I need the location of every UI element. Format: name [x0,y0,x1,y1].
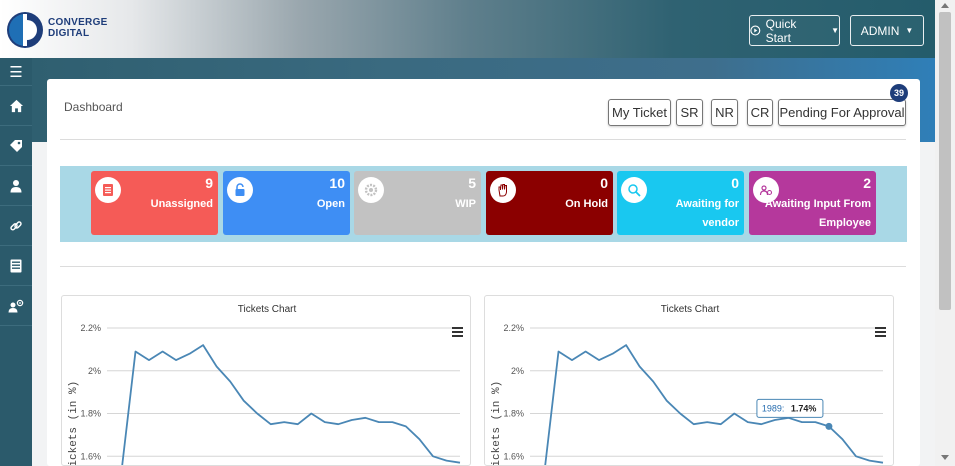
quick-start-label: Quick Start [765,16,797,45]
stat-unassigned[interactable]: 9 Unassigned [91,171,218,235]
stat-label: Open [316,198,345,210]
sidebar-menu-toggle[interactable]: ☰ [0,58,32,86]
series-line[interactable] [121,344,461,466]
tickets-chart-1: Tickets Chart 2.2% 2% 1.8% 1.6% Tickets (in %… [61,295,471,466]
stat-label: Awaiting Input From Employee [764,198,871,229]
unlock-icon [227,177,253,203]
sidebar-item-reports[interactable] [0,246,32,286]
logo-mark-icon [7,12,43,48]
series-line[interactable] [544,344,884,466]
chart-title: Tickets Chart [661,304,720,315]
y-tick-label: 1.8% [80,409,101,419]
tooltip-x: 1989: [762,403,785,413]
tooltip: 1989: 1.74% [756,398,824,418]
brand-line-1: CONVERGE [48,17,108,28]
scrollbar-thumb[interactable] [939,12,951,310]
home-icon [9,99,23,112]
sr-button[interactable]: SR [676,99,703,126]
y-tick-label: 1.6% [80,451,101,461]
my-ticket-button[interactable]: My Ticket [608,99,671,126]
page-title: Dashboard [64,100,123,114]
scroll-up-arrow-icon[interactable] [941,3,949,8]
sidebar-item-links[interactable] [0,206,32,246]
user-icon [10,179,22,192]
stat-count: 0 [731,175,739,191]
sidebar-item-user-settings[interactable] [0,286,32,326]
y-tick-label: 2.2% [503,323,524,333]
chart-menu-icon[interactable] [875,327,886,337]
brand-logo[interactable]: CONVERGE DIGITAL [6,10,126,50]
stat-awaiting-employee[interactable]: 2 Awaiting Input From Employee [749,171,876,235]
y-axis-label: Tickets (in %) [68,381,80,466]
stat-label: On Hold [565,198,608,210]
nr-button[interactable]: NR [711,99,738,126]
user-settings-icon [8,299,24,312]
divider [60,139,906,140]
list-icon [95,177,121,203]
stat-on-hold[interactable]: 0 On Hold [486,171,613,235]
top-bar: CONVERGE DIGITAL Quick Start ▼ ADMIN ▼ [0,0,935,58]
tag-icon [10,139,22,152]
y-tick-label: 2.2% [80,323,101,333]
tickets-chart-2: Tickets Chart 2.2% 2% 1.8% 1.6% Tickets (in %… [484,295,894,466]
hover-point[interactable] [825,422,833,430]
chart-svg: Tickets Chart 2.2% 2% 1.8% 1.6%Tickets (in %… [68,304,463,466]
stat-open[interactable]: 10 Open [223,171,350,235]
stat-count: 9 [205,175,213,191]
y-axis-label: Tickets (in %) [491,381,503,466]
y-tick-label: 2% [88,366,101,376]
play-circle-icon [750,25,761,36]
stat-count: 2 [863,175,871,191]
page-scrollbar[interactable] [935,0,955,466]
cr-button[interactable]: CR [747,99,773,126]
y-tick-label: 2% [511,366,524,376]
stat-count: 10 [329,175,345,191]
stat-label: Unassigned [150,198,213,210]
caret-down-icon: ▼ [831,26,839,35]
search-icon [621,177,647,203]
report-icon [10,259,22,272]
stat-label: WIP [455,198,476,210]
hand-icon [490,177,516,203]
divider [60,266,906,267]
y-tick-label: 1.6% [503,451,524,461]
stat-count: 0 [600,175,608,191]
scroll-down-arrow-icon[interactable] [941,455,949,460]
stat-wip[interactable]: 5 WIP [354,171,481,235]
chart-title: Tickets Chart [238,304,297,315]
sidebar-item-users[interactable] [0,166,32,206]
pending-approval-button[interactable]: Pending For Approval [778,99,906,126]
tooltip-value: 1.74% [791,403,817,413]
menu-icon: ☰ [9,63,23,81]
y-tick-label: 1.8% [503,409,524,419]
admin-label: ADMIN [860,23,900,38]
chart-svg: Tickets Chart 2.2% 2% 1.8% 1.6%Tickets (in %… [491,304,886,466]
admin-menu-button[interactable]: ADMIN ▼ [850,15,924,46]
stat-awaiting-vendor[interactable]: 0 Awaiting for vendor [617,171,744,235]
quick-start-button[interactable]: Quick Start ▼ [749,15,840,46]
chart-menu-icon[interactable] [452,327,463,337]
pending-count-badge: 39 [890,84,908,102]
gear-icon [358,177,384,203]
link-icon [10,220,22,231]
sidebar-item-tags[interactable] [0,126,32,166]
sidebar-item-home[interactable] [0,86,32,126]
stat-count: 5 [468,175,476,191]
sidebar: ☰ [0,58,32,466]
stat-label: Awaiting for vendor [675,198,739,229]
brand-line-2: DIGITAL [48,28,90,39]
caret-down-icon: ▼ [905,26,914,35]
